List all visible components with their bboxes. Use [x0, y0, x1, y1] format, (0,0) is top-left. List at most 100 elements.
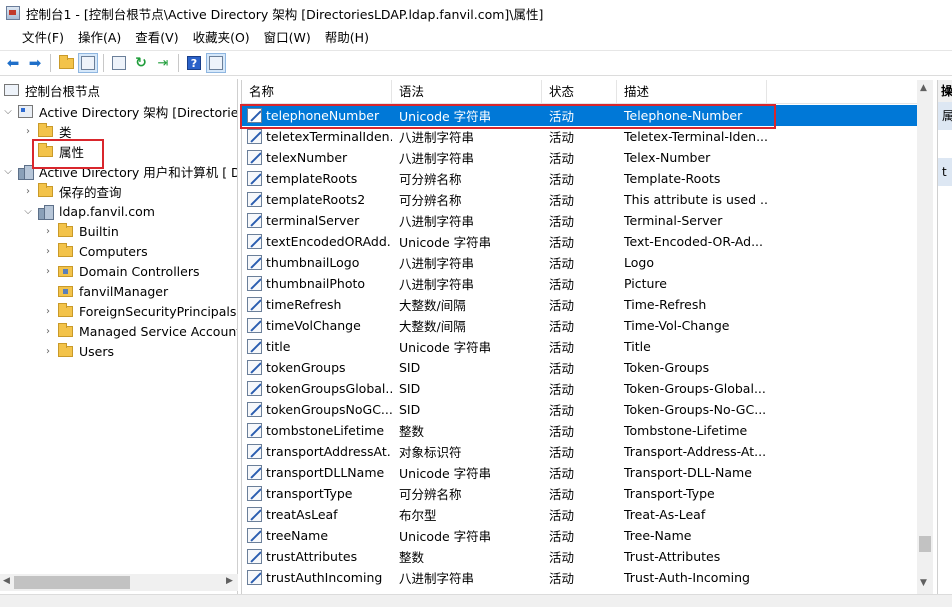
title-bar: 控制台1 - [控制台根节点\Active Directory 架构 [Dire… — [0, 0, 952, 26]
chevron-down-icon[interactable]: ⌵ — [2, 166, 14, 177]
chevron-right-icon[interactable]: › — [42, 226, 54, 237]
tree-item-domain-controllers[interactable]: › Domain Controllers — [42, 261, 199, 281]
list-item[interactable]: teletexTerminalIden... 八进制字符串 活动 Teletex-Te… — [242, 126, 918, 147]
list-item[interactable]: templateRoots 可分辨名称 活动 Template-Roots — [242, 168, 918, 189]
list-item[interactable]: tokenGroups SID 活动 Token-Groups — [242, 357, 918, 378]
scroll-left-icon[interactable]: ◀ — [3, 576, 10, 586]
chevron-right-icon[interactable]: › — [22, 126, 34, 137]
tree-item-managed-service-accounts[interactable]: › Managed Service Accounts — [42, 321, 237, 341]
list-vertical-scrollbar[interactable]: ▲ ▼ — [917, 80, 933, 594]
list-item[interactable]: thumbnailLogo 八进制字符串 活动 Logo — [242, 252, 918, 273]
tree-item-saved-queries[interactable]: › 保存的查询 — [22, 181, 122, 201]
list-item[interactable]: thumbnailPhoto 八进制字符串 活动 Picture — [242, 273, 918, 294]
cell-syntax: 可分辨名称 — [399, 172, 462, 187]
cell-state: 活动 — [549, 550, 575, 565]
tree-item-users[interactable]: › Users — [42, 341, 114, 361]
chevron-right-icon[interactable]: › — [42, 266, 54, 277]
cell-name: templateRoots — [242, 171, 392, 186]
up-one-level-button[interactable] — [56, 53, 76, 73]
cell-name: templateRoots2 — [242, 192, 392, 207]
back-button[interactable]: ⬅ — [3, 53, 23, 73]
menu-file[interactable]: 文件(F) — [0, 26, 71, 50]
help-button[interactable]: ? — [184, 53, 204, 73]
tree-item-fanvilmanager[interactable]: fanvilManager — [58, 281, 168, 301]
scrollbar-thumb[interactable] — [919, 536, 931, 552]
list-item[interactable]: transportType 可分辨名称 活动 Transport-Type — [242, 483, 918, 504]
attribute-name: telephoneNumber — [266, 108, 380, 123]
list-item[interactable]: templateRoots2 可分辨名称 活动 This attribute is u… — [242, 189, 918, 210]
cell-state: 活动 — [549, 256, 575, 271]
menu-action[interactable]: 操作(A) — [71, 26, 128, 50]
list-item[interactable]: timeRefresh 大整数/间隔 活动 Time-Refresh — [242, 294, 918, 315]
tree-item-domain[interactable]: ⌵ ldap.fanvil.com — [22, 201, 155, 221]
menu-help[interactable]: 帮助(H) — [318, 26, 376, 50]
cell-state: 活动 — [549, 130, 575, 145]
list-item[interactable]: timeVolChange 大整数/间隔 活动 Time-Vol-Change — [242, 315, 918, 336]
tree-item-builtin[interactable]: › Builtin — [42, 221, 119, 241]
tree-horizontal-scrollbar[interactable]: ◀ ▶ — [0, 574, 238, 591]
tree-item-classes[interactable]: › 类 — [22, 121, 72, 141]
scrollbar-thumb[interactable] — [14, 576, 130, 589]
tree-item-attributes[interactable]: 属性 — [38, 141, 84, 161]
cell-state: 活动 — [549, 340, 575, 355]
cell-state: 活动 — [549, 277, 575, 292]
chevron-right-icon[interactable]: › — [22, 186, 34, 197]
properties-button[interactable] — [109, 53, 129, 73]
cell-state: 活动 — [549, 361, 575, 376]
forward-button[interactable]: ➡ — [25, 53, 45, 73]
list-item[interactable]: treatAsLeaf 布尔型 活动 Treat-As-Leaf — [242, 504, 918, 525]
action-item-attributes[interactable]: 属 — [938, 102, 952, 130]
cell-syntax: 大整数/间隔 — [399, 298, 466, 313]
column-syntax[interactable]: 语法 — [392, 80, 542, 104]
list-item[interactable]: title Unicode 字符串 活动 Title — [242, 336, 918, 357]
export-list-button[interactable]: ⇥ — [153, 53, 173, 73]
show-hide-tree-button[interactable] — [78, 53, 98, 73]
cell-name: trustAuthIncoming — [242, 570, 392, 585]
cell-name: transportAddressAt... — [242, 444, 392, 459]
list-item[interactable]: transportAddressAt... 对象标识符 活动 Transport-Ad… — [242, 441, 918, 462]
list-item[interactable]: trustAuthIncoming 八进制字符串 活动 Trust-Auth-Inco… — [242, 567, 918, 588]
column-state[interactable]: 状态 — [542, 80, 617, 104]
list-item[interactable]: tokenGroupsGlobal... SID 活动 Token-Groups-Gl… — [242, 378, 918, 399]
tree-item-schema[interactable]: ⌵ Active Directory 架构 [DirectoriesL — [2, 101, 237, 121]
list-item[interactable]: transportDLLName Unicode 字符串 活动 Transport-D… — [242, 462, 918, 483]
folder-icon — [38, 122, 53, 137]
menu-window[interactable]: 窗口(W) — [257, 26, 318, 50]
tree-item-foreign-security-principals[interactable]: › ForeignSecurityPrincipals — [42, 301, 236, 321]
list-item[interactable]: telexNumber 八进制字符串 活动 Telex-Number — [242, 147, 918, 168]
chevron-down-icon[interactable]: ⌵ — [22, 206, 34, 217]
attribute-name: terminalServer — [266, 213, 360, 228]
action-item-selected[interactable]: t — [938, 158, 952, 186]
column-name[interactable]: 名称 — [242, 80, 392, 104]
scroll-right-icon[interactable]: ▶ — [226, 576, 233, 586]
scroll-up-icon[interactable]: ▲ — [920, 83, 927, 93]
refresh-button[interactable]: ↻ — [131, 53, 151, 73]
attribute-icon — [247, 171, 262, 186]
list-item[interactable]: terminalServer 八进制字符串 活动 Terminal-Server — [242, 210, 918, 231]
attribute-name: treatAsLeaf — [266, 507, 338, 522]
tree-item-computers[interactable]: › Computers — [42, 241, 148, 261]
scroll-down-icon[interactable]: ▼ — [920, 578, 927, 588]
chevron-right-icon[interactable]: › — [42, 306, 54, 317]
column-description[interactable]: 描述 — [617, 80, 767, 104]
list-item[interactable]: treeName Unicode 字符串 活动 Tree-Name — [242, 525, 918, 546]
menu-favorites[interactable]: 收藏夹(O) — [186, 26, 257, 50]
menu-view[interactable]: 查看(V) — [128, 26, 185, 50]
chevron-down-icon[interactable]: ⌵ — [2, 106, 14, 117]
list-item[interactable]: telephoneNumber Unicode 字符串 活动 Telephone-Nu… — [242, 105, 918, 126]
list-item[interactable]: tokenGroupsNoGC... SID 活动 Token-Groups-No-G… — [242, 399, 918, 420]
list-item[interactable]: trustAttributes 整数 活动 Trust-Attributes — [242, 546, 918, 567]
chevron-right-icon[interactable]: › — [42, 326, 54, 337]
tree-label: 控制台根节点 — [25, 83, 101, 99]
attribute-icon — [247, 381, 262, 396]
cell-description: Telex-Number — [624, 150, 711, 165]
tree-item-users-computers[interactable]: ⌵ Active Directory 用户和计算机 [ Dir — [2, 161, 237, 181]
attribute-icon — [247, 570, 262, 585]
list-item[interactable]: tombstoneLifetime 整数 活动 Tombstone-Lifetime — [242, 420, 918, 441]
chevron-right-icon[interactable]: › — [42, 246, 54, 257]
chevron-right-icon[interactable]: › — [42, 346, 54, 357]
show-hide-action-pane-button[interactable] — [206, 53, 226, 73]
list-item[interactable]: textEncodedORAdd... Unicode 字符串 活动 Text-Enc… — [242, 231, 918, 252]
cell-state: 活动 — [549, 319, 575, 334]
tree-item-console-root[interactable]: 控制台根节点 — [4, 80, 100, 100]
